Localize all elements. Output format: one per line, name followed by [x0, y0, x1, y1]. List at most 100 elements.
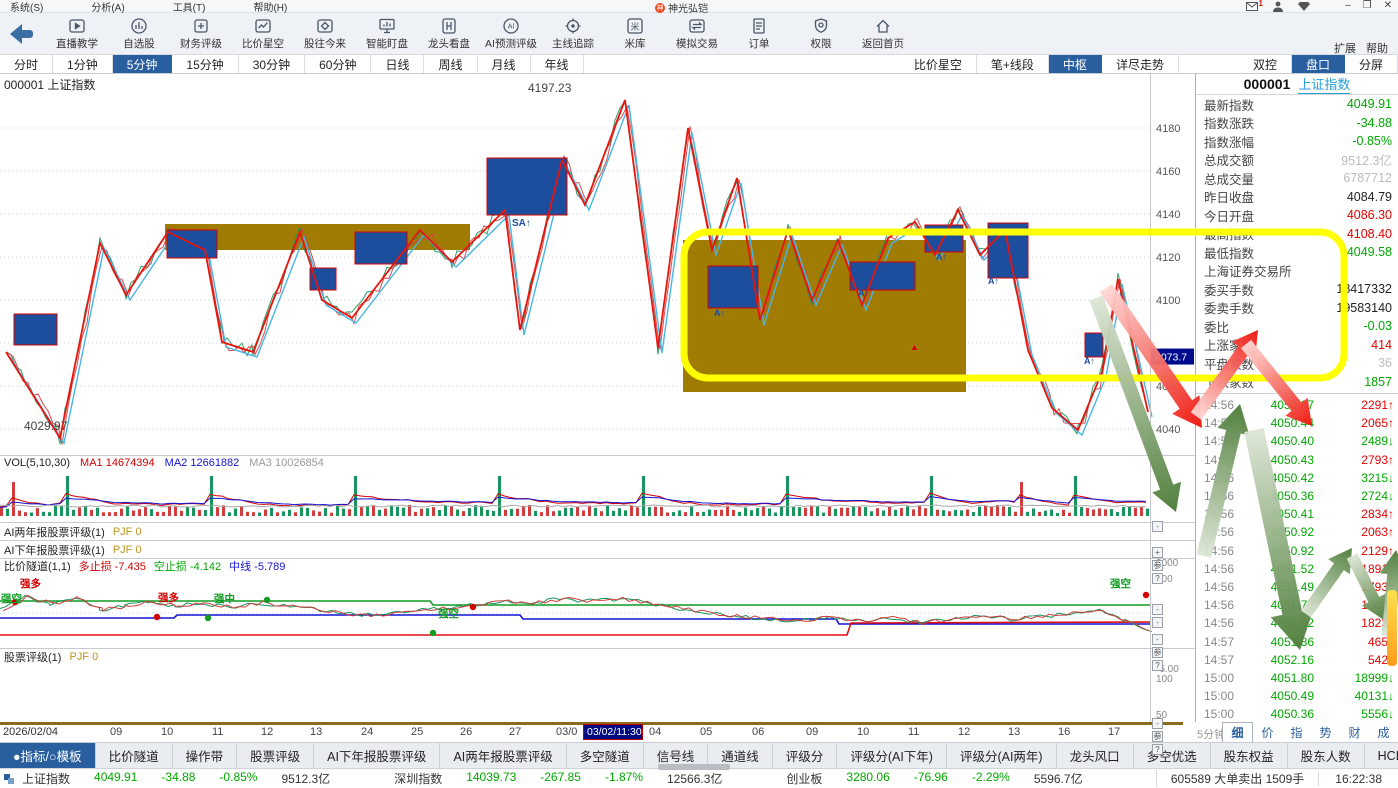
menu-item[interactable]: 工具(T)	[163, 0, 216, 14]
index-amount: 9512.3亿	[281, 770, 330, 787]
period-tab[interactable]: 5分钟	[113, 55, 173, 73]
period-tab[interactable]: 30分钟	[239, 55, 305, 73]
tick-volume: 40131↓	[1355, 689, 1394, 703]
draw-tab[interactable]: 笔+线段	[977, 55, 1049, 73]
mode-tab[interactable]: 盘口	[1292, 55, 1345, 73]
toolbar-button[interactable]: 权限	[790, 16, 852, 51]
detail-tab[interactable]: 价	[1253, 722, 1282, 742]
mode-tab[interactable]: 双控	[1239, 55, 1292, 73]
tick-volume: 2489↓	[1361, 434, 1394, 448]
param-button[interactable]: 参	[1152, 731, 1163, 742]
quote-row: 上涨家数 414	[1196, 336, 1398, 355]
toolbar-button[interactable]: 比价星空	[232, 16, 294, 51]
indicator-tab[interactable]: ●指标/○模板	[0, 743, 96, 768]
user-icon[interactable]	[1272, 1, 1284, 12]
toolbar-button[interactable]: 龙头看盘	[418, 16, 480, 51]
menu-item[interactable]: 帮助(H)	[243, 0, 297, 14]
vip-icon[interactable]	[1298, 1, 1310, 12]
detail-tab[interactable]: 细	[1222, 722, 1253, 742]
quote-label: 指数涨跌	[1204, 113, 1254, 132]
param-button[interactable]: 参	[1152, 560, 1163, 571]
minimize-button[interactable]: –	[1345, 0, 1351, 11]
param-button[interactable]: 参	[1152, 647, 1163, 658]
mode-tab[interactable]: 分屏	[1345, 55, 1398, 73]
indicator-tab[interactable]: 评级分(AI下年)	[837, 743, 947, 768]
period-tab[interactable]: 日线	[371, 55, 424, 73]
tab-scroll-indicator[interactable]	[658, 764, 730, 770]
toolbar-icon	[378, 16, 396, 35]
draw-tab[interactable]: 比价星空	[900, 55, 977, 73]
toolbar-button[interactable]: 财务评级	[170, 16, 232, 51]
toolbar-button[interactable]: 股往今来	[294, 16, 356, 51]
indicator-tab[interactable]: 股东权益	[1211, 743, 1288, 768]
period-tab[interactable]: 月线	[478, 55, 531, 73]
collapse-button[interactable]: -	[1152, 617, 1163, 628]
indicator-tab[interactable]: AI下年报股票评级	[314, 743, 440, 768]
stock-name-link[interactable]: 上证指数	[1298, 74, 1350, 94]
toolbar-button[interactable]: AI AI预测评级	[480, 16, 542, 51]
close-button[interactable]: ✕	[1384, 0, 1392, 11]
toolbar-icon	[688, 16, 706, 35]
help-button[interactable]: ?	[1152, 573, 1163, 584]
indicator-tab[interactable]: 股票评级	[237, 743, 314, 768]
toolbar-button[interactable]: 自选股	[108, 16, 170, 51]
period-tab[interactable]: 60分钟	[305, 55, 371, 73]
help-button[interactable]: ?	[1152, 660, 1163, 671]
help-button[interactable]: ?	[1152, 744, 1163, 755]
mail-icon[interactable]: 1	[1246, 1, 1258, 12]
toolbar-button[interactable]: 返回首页	[852, 16, 914, 51]
detail-tab[interactable]: 财	[1340, 722, 1369, 742]
collapse-button[interactable]: -	[1152, 718, 1163, 729]
indicator-tab[interactable]: 多空优选	[1134, 743, 1211, 768]
detail-tab[interactable]: 势	[1311, 722, 1340, 742]
menu-item[interactable]: 系统(S)	[0, 0, 53, 14]
tick-list[interactable]: 14:56 4050.07 2291↑ 14:56 4050.44 2065↑ …	[1196, 394, 1398, 722]
toolbar-button[interactable]: 米 米库	[604, 16, 666, 51]
period-tab[interactable]: 15分钟	[172, 55, 238, 73]
tick-price: 4050.07	[1244, 398, 1314, 412]
expand-button[interactable]: +	[1152, 547, 1163, 558]
index-quote-group[interactable]: 深圳指数 14039.73 -267.85 -1.87% 12566.3亿	[394, 770, 722, 787]
toolbar-button[interactable]: 直播教学	[46, 16, 108, 51]
indicator-tab[interactable]: 评级分	[773, 743, 838, 768]
toolbar-button[interactable]: 智能盯盘	[356, 16, 418, 51]
toolbar-button[interactable]: 模拟交易	[666, 16, 728, 51]
tick-row: 14:56 4050.92 2063↑	[1196, 523, 1398, 541]
detail-tab[interactable]: 成	[1369, 722, 1398, 742]
tick-time: 14:56	[1204, 434, 1244, 448]
indicator-tab[interactable]: AI两年报股票评级	[440, 743, 566, 768]
tick-time: 14:56	[1204, 471, 1244, 485]
index-quote-group[interactable]: 创业板 3280.06 -76.96 -2.29% 5596.7亿	[786, 770, 1082, 787]
collapse-button[interactable]: -	[1152, 521, 1163, 532]
tick-time: 15:00	[1204, 689, 1244, 703]
draw-tab[interactable]: 中枢	[1049, 55, 1102, 73]
indicator-tab[interactable]: 股东人数	[1288, 743, 1365, 768]
index-quote-group[interactable]: 上证指数 4049.91 -34.88 -0.85% 9512.3亿	[22, 770, 330, 787]
toolbar-button[interactable]: 主线追踪	[542, 16, 604, 51]
period-tab[interactable]: 周线	[424, 55, 477, 73]
toolbar-link[interactable]: 扩展	[1334, 40, 1356, 56]
indicator-tab[interactable]: 多空隧道	[567, 743, 644, 768]
maximize-button[interactable]: ❐	[1363, 0, 1372, 11]
draw-tab[interactable]: 详尽走势	[1102, 55, 1179, 73]
quote-value: 9512.3亿	[1341, 150, 1392, 169]
indicator-tab[interactable]: 评级分(AI两年)	[947, 743, 1057, 768]
collapse-button[interactable]: -	[1152, 634, 1163, 645]
period-tab[interactable]: 1分钟	[53, 55, 113, 73]
menu-item[interactable]: 分析(A)	[81, 0, 134, 14]
main-price-chart[interactable]: 000001 上证指数 4180416041404120410040604040…	[0, 74, 1195, 455]
period-tab[interactable]: 分时	[0, 55, 53, 73]
tick-row: 14:56 4051.92 1823↑	[1196, 614, 1398, 632]
detail-tab[interactable]: 指	[1282, 722, 1311, 742]
volume-title: VOL(5,10,30)	[4, 457, 70, 469]
back-button[interactable]	[0, 23, 46, 45]
toolbar-button[interactable]: 订单	[728, 16, 790, 51]
indicator-tab[interactable]: 操作带	[173, 743, 238, 768]
toolbar-link[interactable]: 帮助	[1366, 40, 1388, 56]
indicator-tab[interactable]: 龙头风口	[1057, 743, 1134, 768]
collapse-button[interactable]: -	[1152, 604, 1163, 615]
period-tab[interactable]: 年线	[531, 55, 584, 73]
indicator-tab[interactable]: HCBOLL	[1365, 743, 1398, 768]
tick-row: 14:56 4050.36 2724↓	[1196, 487, 1398, 505]
indicator-tab[interactable]: 比价隧道	[96, 743, 173, 768]
